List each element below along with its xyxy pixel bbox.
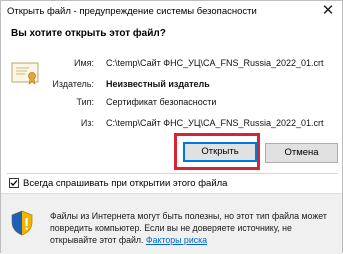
security-warning-dialog: Открыть файл - предупреждение системы бе… (0, 0, 343, 254)
title-bar: Открыть файл - предупреждение системы бе… (1, 1, 342, 23)
shield-warning-icon (11, 210, 33, 236)
from-label: Из: (80, 118, 94, 128)
warning-footer: Файлы из Интернета могут быть полезны, н… (1, 193, 342, 254)
name-value: C:\temp\Сайт ФНС_УЦ\CA_FNS_Russia_2022_0… (106, 58, 324, 68)
type-value: Сертификат безопасности (106, 97, 217, 107)
from-value: C:\temp\Сайт ФНС_УЦ\CA_FNS_Russia_2022_0… (106, 118, 324, 128)
risk-factors-link[interactable]: Факторы риска (146, 235, 207, 245)
dialog-question: Вы хотите открыть этот файл? (11, 28, 166, 39)
name-label: Имя: (73, 58, 94, 68)
publisher-label: Издатель: (52, 79, 94, 89)
type-label: Тип: (76, 97, 94, 107)
close-icon[interactable]: ✕ (320, 3, 336, 19)
always-ask-checkbox[interactable] (9, 178, 19, 188)
open-button[interactable]: Открыть (183, 142, 257, 162)
warning-text-block: Файлы из Интернета могут быть полезны, н… (50, 210, 340, 246)
checkmark-icon (10, 180, 18, 186)
window-title: Открыть файл - предупреждение системы бе… (7, 6, 257, 17)
publisher-value: Неизвестный издатель (106, 79, 210, 89)
cancel-button[interactable]: Отмена (265, 143, 338, 163)
divider (7, 173, 338, 174)
always-ask-label[interactable]: Всегда спрашивать при открытии этого фай… (23, 178, 227, 189)
